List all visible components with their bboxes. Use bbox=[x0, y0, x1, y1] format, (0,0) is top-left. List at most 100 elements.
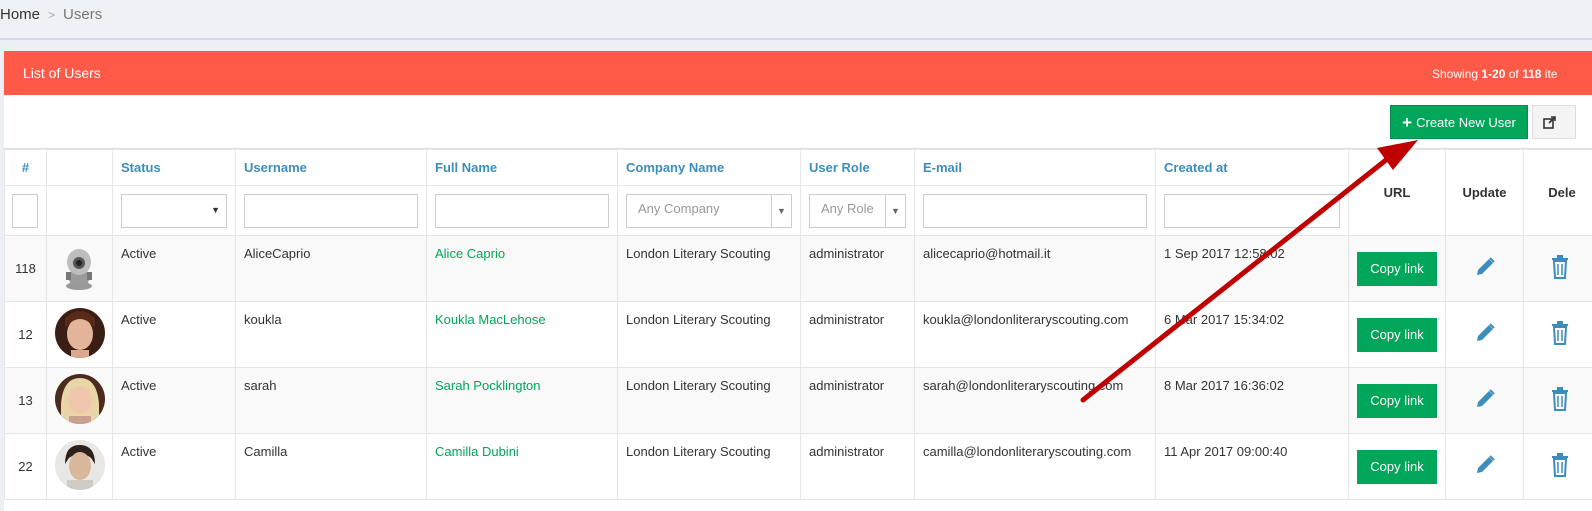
col-header-fullname[interactable]: Full Name bbox=[426, 149, 618, 186]
breadcrumb-home-link[interactable]: Home bbox=[0, 6, 40, 23]
row-company: London Literary Scouting bbox=[617, 301, 801, 368]
email-filter-input[interactable] bbox=[923, 194, 1147, 228]
row-id: 118 bbox=[4, 235, 47, 302]
table-row: 22 Active Camilla Camilla Dubini London … bbox=[4, 433, 1592, 500]
copy-link-button[interactable]: Copy link bbox=[1357, 317, 1437, 352]
row-status: Active bbox=[112, 235, 236, 302]
summary-total: 118 bbox=[1522, 67, 1542, 81]
row-status: Active bbox=[112, 433, 236, 500]
avatar-cell bbox=[46, 433, 113, 500]
row-id: 13 bbox=[4, 367, 47, 434]
role-filter-placeholder: Any Role bbox=[821, 201, 874, 216]
table-row: 12 Active koukla Koukla MacLehose London… bbox=[4, 301, 1592, 368]
trash-icon[interactable] bbox=[1551, 255, 1569, 279]
col-header-created[interactable]: Created at bbox=[1155, 149, 1349, 186]
row-company: London Literary Scouting bbox=[617, 235, 801, 302]
row-id: 22 bbox=[4, 433, 47, 500]
create-new-user-label: Create New User bbox=[1416, 114, 1516, 130]
plus-icon: + bbox=[1402, 112, 1413, 132]
pencil-icon[interactable] bbox=[1474, 322, 1496, 344]
row-id: 12 bbox=[4, 301, 47, 368]
trash-icon[interactable] bbox=[1551, 321, 1569, 345]
col-header-email[interactable]: E-mail bbox=[914, 149, 1156, 186]
created-filter-input[interactable] bbox=[1164, 194, 1340, 228]
breadcrumb-current: Users bbox=[63, 6, 103, 23]
id-filter-input[interactable] bbox=[12, 194, 38, 228]
col-header-username[interactable]: Username bbox=[235, 149, 427, 186]
summary-prefix: Showing bbox=[1432, 67, 1482, 81]
col-header-avatar bbox=[46, 149, 113, 186]
row-fullname-link[interactable]: Sarah Pocklington bbox=[435, 378, 541, 393]
table-row: 13 Active sarah Sarah Pocklington London… bbox=[4, 367, 1592, 434]
row-username: koukla bbox=[235, 301, 427, 368]
row-status: Active bbox=[112, 367, 236, 434]
row-role: administrator bbox=[800, 235, 915, 302]
avatar-cell bbox=[46, 235, 113, 302]
row-role: administrator bbox=[800, 301, 915, 368]
panel-header: List of Users Showing 1-20 of 118 ite bbox=[4, 51, 1592, 95]
caret-down-icon: ▼ bbox=[211, 205, 220, 215]
row-created: 11 Apr 2017 09:00:40 bbox=[1155, 433, 1349, 500]
row-email: sarah@londonliteraryscouting.com bbox=[914, 367, 1156, 434]
col-header-company[interactable]: Company Name bbox=[617, 149, 801, 186]
row-fullname-link[interactable]: Koukla MacLehose bbox=[435, 312, 546, 327]
export-icon bbox=[1543, 115, 1556, 129]
row-role: administrator bbox=[800, 367, 915, 434]
pagination-summary: Showing 1-20 of 118 ite bbox=[1432, 67, 1557, 81]
create-new-user-button[interactable]: + Create New User bbox=[1390, 105, 1528, 139]
row-company: London Literary Scouting bbox=[617, 367, 801, 434]
row-username: Camilla bbox=[235, 433, 427, 500]
company-filter-select[interactable]: Any Company ▼ bbox=[626, 194, 792, 228]
avatar bbox=[55, 374, 105, 424]
row-company: London Literary Scouting bbox=[617, 433, 801, 500]
row-created: 6 Mar 2017 15:34:02 bbox=[1155, 301, 1349, 368]
copy-link-button[interactable]: Copy link bbox=[1357, 383, 1437, 418]
avatar bbox=[55, 308, 105, 358]
table-row: 118 Active AliceCaprio Alice Caprio Lond… bbox=[4, 235, 1592, 302]
avatar-cell bbox=[46, 367, 113, 434]
users-table: # Status Username Full Name Company Name… bbox=[4, 149, 1592, 500]
col-header-delete: Dele bbox=[1523, 149, 1592, 236]
fullname-filter-input[interactable] bbox=[435, 194, 609, 228]
pencil-icon[interactable] bbox=[1474, 256, 1496, 278]
status-filter-select[interactable]: ▼ bbox=[121, 194, 227, 228]
trash-icon[interactable] bbox=[1551, 453, 1569, 477]
row-email: camilla@londonliteraryscouting.com bbox=[914, 433, 1156, 500]
col-header-number[interactable]: # bbox=[4, 149, 47, 186]
username-filter-input[interactable] bbox=[244, 194, 418, 228]
avatar bbox=[66, 249, 92, 290]
trash-icon[interactable] bbox=[1551, 387, 1569, 411]
row-status: Active bbox=[112, 301, 236, 368]
row-username: AliceCaprio bbox=[235, 235, 427, 302]
summary-of: of bbox=[1505, 67, 1523, 81]
row-fullname-link[interactable]: Camilla Dubini bbox=[435, 444, 519, 459]
col-header-url: URL bbox=[1348, 149, 1446, 236]
caret-down-icon: ▼ bbox=[885, 195, 905, 227]
pencil-icon[interactable] bbox=[1474, 388, 1496, 410]
role-filter-select[interactable]: Any Role ▼ bbox=[809, 194, 906, 228]
row-email: koukla@londonliteraryscouting.com bbox=[914, 301, 1156, 368]
row-created: 8 Mar 2017 16:36:02 bbox=[1155, 367, 1349, 434]
panel-title: List of Users bbox=[23, 65, 101, 81]
breadcrumb: Home > Users bbox=[0, 0, 1592, 40]
col-header-update: Update bbox=[1445, 149, 1524, 236]
row-role: administrator bbox=[800, 433, 915, 500]
toolbar: + Create New User bbox=[4, 95, 1592, 149]
avatar-filter-cell bbox=[46, 185, 113, 236]
export-button[interactable] bbox=[1532, 105, 1576, 139]
copy-link-button[interactable]: Copy link bbox=[1357, 449, 1437, 484]
copy-link-button[interactable]: Copy link bbox=[1357, 251, 1437, 286]
col-header-status[interactable]: Status bbox=[112, 149, 236, 186]
row-fullname-link[interactable]: Alice Caprio bbox=[435, 246, 505, 261]
pencil-icon[interactable] bbox=[1474, 454, 1496, 476]
users-panel: List of Users Showing 1-20 of 118 ite + … bbox=[4, 51, 1592, 511]
summary-suffix: ite bbox=[1541, 67, 1558, 81]
avatar-cell bbox=[46, 301, 113, 368]
table-header-row: # Status Username Full Name Company Name… bbox=[4, 149, 1592, 236]
summary-range: 1-20 bbox=[1481, 67, 1506, 81]
breadcrumb-separator: > bbox=[48, 8, 56, 22]
row-username: sarah bbox=[235, 367, 427, 434]
row-created: 1 Sep 2017 12:58:02 bbox=[1155, 235, 1349, 302]
company-filter-placeholder: Any Company bbox=[638, 201, 720, 216]
col-header-role[interactable]: User Role bbox=[800, 149, 915, 186]
